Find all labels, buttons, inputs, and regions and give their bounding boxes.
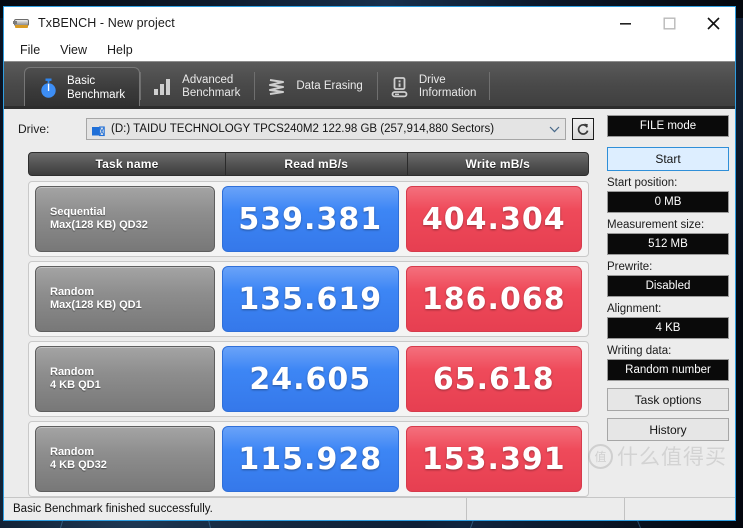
table-row: Sequential Max(128 KB) QD32 539.381 404.… bbox=[28, 181, 589, 257]
results-rows: Sequential Max(128 KB) QD32 539.381 404.… bbox=[28, 176, 589, 497]
status-segment-3 bbox=[625, 498, 735, 520]
table-row: Random 4 KB QD32 115.928 153.391 bbox=[28, 421, 589, 497]
app-drive-icon bbox=[13, 15, 31, 31]
chevron-down-icon[interactable] bbox=[543, 126, 565, 133]
drive-info-icon bbox=[389, 75, 411, 99]
table-row: Random 4 KB QD1 24.605 65.618 bbox=[28, 341, 589, 417]
tab-advanced-benchmark-label: Advanced Benchmark bbox=[182, 73, 241, 100]
menu-item-view[interactable]: View bbox=[54, 42, 97, 59]
header-write-mbs: Write mB/s bbox=[406, 153, 589, 175]
menu-item-help[interactable]: Help bbox=[101, 42, 143, 59]
tab-basic-benchmark-label: Basic Benchmark bbox=[67, 75, 126, 101]
read-value: 24.605 bbox=[222, 346, 399, 412]
task-label: Random Max(128 KB) QD1 bbox=[35, 266, 215, 332]
file-mode-field[interactable]: FILE mode bbox=[607, 115, 729, 137]
writing-data-label: Writing data: bbox=[607, 345, 672, 357]
task-label: Random 4 KB QD1 bbox=[35, 346, 215, 412]
refresh-button[interactable] bbox=[572, 118, 594, 140]
shredder-icon bbox=[266, 75, 288, 99]
table-row: Random Max(128 KB) QD1 135.619 186.068 bbox=[28, 261, 589, 337]
write-value: 65.618 bbox=[405, 346, 582, 412]
left-column: Drive: (D:) TAIDU TECHNOLOGY TPCS240M2 1… bbox=[4, 109, 601, 497]
drive-select[interactable]: (D:) TAIDU TECHNOLOGY TPCS240M2 122.98 G… bbox=[86, 118, 566, 140]
read-value: 115.928 bbox=[222, 426, 399, 492]
start-button[interactable]: Start bbox=[607, 147, 729, 171]
task-label: Random 4 KB QD32 bbox=[35, 426, 215, 492]
writing-data-field[interactable]: Random number bbox=[607, 359, 729, 381]
header-task-name: Task name bbox=[95, 157, 159, 171]
task-options-button[interactable]: Task options bbox=[607, 388, 729, 411]
status-message-segment: Basic Benchmark finished successfully. bbox=[4, 498, 467, 520]
stopwatch-icon bbox=[37, 77, 59, 101]
prewrite-label: Prewrite: bbox=[607, 261, 653, 273]
main-content: Drive: (D:) TAIDU TECHNOLOGY TPCS240M2 1… bbox=[4, 109, 735, 497]
window-title: TxBENCH - New project bbox=[38, 16, 175, 30]
settings-sidebar: FILE mode Start Start position: 0 MB Mea… bbox=[601, 109, 735, 497]
start-position-label: Start position: bbox=[607, 177, 678, 189]
drive-row: Drive: (D:) TAIDU TECHNOLOGY TPCS240M2 1… bbox=[4, 109, 601, 144]
application-window: TxBENCH - New project File View Help Bas… bbox=[3, 6, 736, 521]
alignment-field[interactable]: 4 KB bbox=[607, 317, 729, 339]
tab-strip: Basic Benchmark Advanced Benchmark Data … bbox=[4, 61, 735, 109]
close-button[interactable] bbox=[691, 7, 735, 39]
drive-icon bbox=[92, 124, 105, 136]
drive-selected-value: (D:) TAIDU TECHNOLOGY TPCS240M2 122.98 G… bbox=[111, 123, 495, 135]
start-position-field[interactable]: 0 MB bbox=[607, 191, 729, 213]
header-read-mbs: Read mB/s bbox=[225, 153, 407, 175]
status-message: Basic Benchmark finished successfully. bbox=[13, 503, 213, 515]
history-button[interactable]: History bbox=[607, 418, 729, 441]
results-panel: Task name Read mB/s Write mB/s Sequentia… bbox=[28, 152, 589, 497]
tab-advanced-benchmark[interactable]: Advanced Benchmark bbox=[140, 65, 254, 109]
measurement-size-label: Measurement size: bbox=[607, 219, 705, 231]
read-value: 539.381 bbox=[222, 186, 399, 252]
status-bar: Basic Benchmark finished successfully. bbox=[4, 497, 735, 520]
read-value: 135.619 bbox=[222, 266, 399, 332]
window-controls bbox=[603, 7, 735, 39]
prewrite-field[interactable]: Disabled bbox=[607, 275, 729, 297]
tab-data-erasing[interactable]: Data Erasing bbox=[254, 65, 376, 109]
write-value: 153.391 bbox=[405, 426, 582, 492]
task-label: Sequential Max(128 KB) QD32 bbox=[35, 186, 215, 252]
tab-data-erasing-label: Data Erasing bbox=[296, 80, 363, 93]
alignment-label: Alignment: bbox=[607, 303, 662, 315]
menu-bar: File View Help bbox=[4, 39, 735, 61]
tab-drive-information-label: Drive Information bbox=[418, 73, 477, 100]
tab-basic-benchmark[interactable]: Basic Benchmark bbox=[24, 67, 141, 109]
minimize-button[interactable] bbox=[603, 7, 647, 39]
results-header: Task name Read mB/s Write mB/s bbox=[28, 152, 589, 176]
maximize-button[interactable] bbox=[647, 7, 691, 39]
menu-item-file[interactable]: File bbox=[14, 42, 50, 59]
measurement-size-field[interactable]: 512 MB bbox=[607, 233, 729, 255]
tab-drive-information[interactable]: Drive Information bbox=[376, 65, 491, 109]
write-value: 186.068 bbox=[405, 266, 582, 332]
status-segment-2 bbox=[467, 498, 625, 520]
bar-chart-icon bbox=[152, 75, 174, 99]
drive-label: Drive: bbox=[18, 122, 50, 136]
title-bar[interactable]: TxBENCH - New project bbox=[4, 7, 735, 39]
write-value: 404.304 bbox=[405, 186, 582, 252]
